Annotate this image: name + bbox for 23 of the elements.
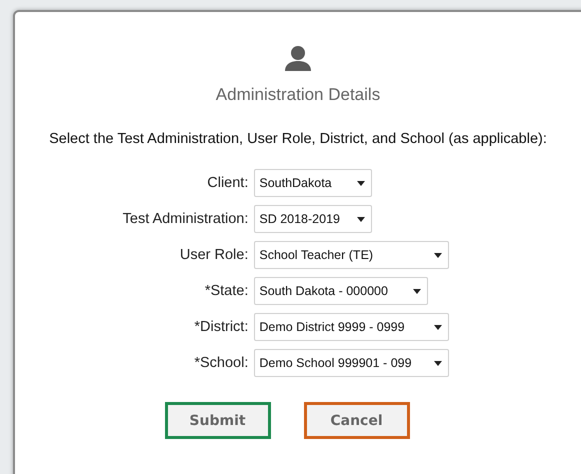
field-label: User Role: bbox=[178, 247, 248, 263]
dropdown[interactable]: School Teacher (TE) bbox=[254, 241, 450, 269]
caret-icon bbox=[434, 360, 442, 366]
field-label: *State: bbox=[204, 283, 248, 299]
dropdown[interactable]: Demo District 9999 - 0999 bbox=[254, 313, 450, 341]
cancel-button[interactable]: Cancel bbox=[304, 402, 410, 439]
user-icon bbox=[284, 45, 312, 71]
instruction-text: Select the Test Administration, User Role, District, and School (as applicable): bbox=[49, 131, 547, 147]
dialog-title: Administration Details bbox=[216, 85, 380, 105]
submit-button[interactable]: Submit bbox=[164, 402, 270, 439]
caret-icon bbox=[357, 216, 366, 222]
caret-icon bbox=[434, 324, 442, 330]
caret-icon bbox=[357, 180, 366, 186]
dropdown[interactable]: Demo School 999901 - 099 bbox=[254, 349, 450, 377]
field-label: Client: bbox=[206, 175, 248, 191]
dropdown[interactable]: South Dakota - 000000 bbox=[254, 277, 428, 305]
dropdown[interactable]: SD 2018-2019 bbox=[254, 205, 372, 233]
field-label: *School: bbox=[193, 355, 248, 371]
caret-icon bbox=[413, 288, 422, 294]
field-label: Test Administration: bbox=[122, 211, 248, 227]
caret-icon bbox=[434, 252, 442, 258]
field-label: *District: bbox=[193, 319, 248, 335]
dropdown[interactable]: SouthDakota bbox=[254, 169, 372, 197]
